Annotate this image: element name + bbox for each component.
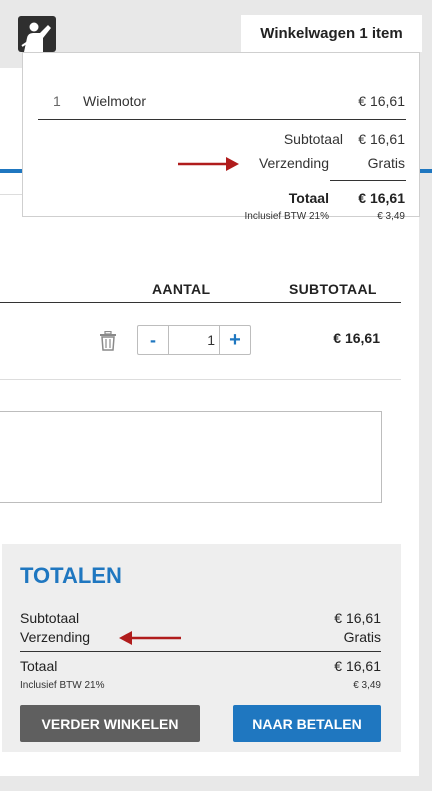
increase-quantity-button[interactable]: +	[219, 326, 250, 354]
totals-shipping-label: Verzending	[20, 629, 91, 645]
quantity-stepper[interactable]: - +	[137, 325, 251, 355]
decrease-quantity-button[interactable]: -	[138, 326, 169, 354]
column-header-quantity: AANTAL	[152, 281, 211, 297]
continue-shopping-button[interactable]: VERDER WINKELEN	[20, 705, 200, 742]
checkout-button[interactable]: NAAR BETALEN	[233, 705, 381, 742]
totals-subtotal-value: € 16,61	[334, 610, 381, 626]
totals-shipping-value: Gratis	[343, 629, 381, 645]
minicart-item-price: € 16,61	[358, 93, 405, 109]
minicart-shipping-label: Verzending	[258, 155, 329, 171]
totals-total-value: € 16,61	[334, 658, 381, 674]
minicart-item-name[interactable]: Wielmotor	[83, 93, 146, 109]
minicart-total-value: € 16,61	[358, 190, 405, 206]
logo-icon[interactable]	[18, 16, 56, 52]
totals-subtotal-label: Subtotaal	[20, 610, 80, 626]
totals-vat-label: Inclusief BTW 21%	[20, 680, 105, 691]
minicart-subtotal-value: € 16,61	[358, 131, 405, 147]
red-arrow-annotation	[119, 631, 181, 645]
row-divider	[0, 379, 401, 380]
row-subtotal: € 16,61	[333, 330, 380, 346]
minicart-dropdown: 1 Wielmotor € 16,61 Subtotaal € 16,61 Ve…	[22, 52, 420, 222]
trash-icon[interactable]	[99, 330, 117, 351]
quantity-input[interactable]	[169, 326, 219, 354]
minicart-total-label: Totaal	[288, 190, 329, 206]
totals-total-label: Totaal	[20, 658, 58, 674]
red-arrow-annotation	[178, 157, 239, 171]
totals-vat-value: € 3,49	[353, 680, 381, 691]
minicart-shipping-value: Gratis	[367, 155, 405, 171]
cart-tab[interactable]: Winkelwagen 1 item	[241, 15, 422, 52]
minicart-divider	[38, 119, 406, 120]
minicart-total-divider	[330, 180, 406, 181]
totals-divider	[20, 651, 381, 652]
column-header-subtotal: SUBTOTAAL	[289, 281, 377, 297]
minicart-vat-label: Inclusief BTW 21%	[244, 211, 329, 222]
totals-title: TOTALEN	[20, 563, 122, 588]
coupon-textarea[interactable]	[0, 411, 382, 503]
table-header-divider	[0, 302, 401, 303]
minicart-vat-value: € 3,49	[377, 211, 405, 222]
minicart-subtotal-label: Subtotaal	[283, 131, 343, 147]
minicart-item-qty: 1	[53, 93, 61, 109]
